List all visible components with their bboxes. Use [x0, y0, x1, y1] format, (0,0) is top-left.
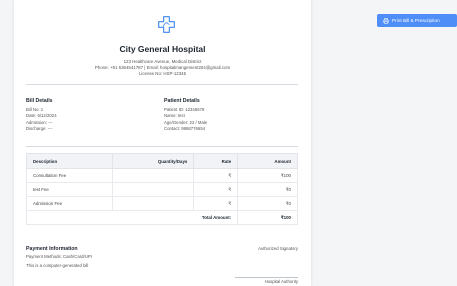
signature-line: [235, 277, 298, 278]
col-rate: Rate: [193, 153, 239, 169]
row-description: Consultation Fee: [26, 168, 113, 183]
table-header-row: Description Quantity/Days Rate Amount: [26, 153, 298, 169]
signatory-label: Authorized Signatory: [258, 246, 298, 251]
hospital-name: City General Hospital: [119, 44, 206, 54]
patient-details-title: Patient Details: [164, 98, 200, 104]
payment-info: Payment Methods: Cash/Card/UPI This is a…: [26, 253, 92, 270]
row-description: test Fee: [26, 182, 113, 197]
table-total-row: Total Amount: ₹100: [25, 210, 298, 225]
total-value: ₹100: [237, 210, 298, 225]
patient-details-list: Patient ID: 12345678 Name: test Age/Gend…: [164, 107, 207, 133]
row-amount: ₹100: [237, 168, 298, 183]
row-rate: ₹: [193, 196, 239, 211]
bill-document: City General Hospital 123 Healthcare Ave…: [14, 0, 311, 286]
print-button-label: Print Bill & Prescription: [392, 18, 440, 23]
patient-contact: Contact: 9868776654: [164, 126, 206, 132]
hospital-address: 123 Healthcare Avenue, Medical District: [123, 59, 202, 64]
computer-generated-note: This is a computer-generated bill: [26, 262, 89, 268]
print-bill-button[interactable]: Print Bill & Prescription: [377, 14, 457, 27]
col-amount: Amount: [237, 153, 298, 169]
payment-methods: Payment Methods: Cash/Card/UPI: [26, 254, 92, 259]
row-quantity: [111, 196, 195, 211]
row-quantity: [111, 168, 195, 183]
row-amount: ₹0: [237, 196, 298, 211]
row-rate: ₹: [193, 182, 239, 197]
hospital-license: License No: HSP-12345: [138, 71, 187, 76]
signatory-caption: Hospital Authority: [264, 279, 298, 284]
discharge-date: Discharge: ---: [26, 126, 53, 132]
row-rate: ₹: [193, 168, 239, 183]
col-quantity: Quantity/Days: [111, 153, 195, 169]
col-description: Description: [26, 153, 113, 169]
row-amount: ₹0: [237, 182, 298, 197]
table-row: test Fee ₹ ₹0: [26, 182, 298, 197]
header-divider: [26, 84, 298, 85]
hospital-contact: Phone: +91 6364541787 | Email: hospitalm…: [94, 65, 231, 70]
bill-details-title: Bill Details: [26, 98, 53, 104]
row-quantity: [111, 182, 195, 197]
charges-table: Description Quantity/Days Rate Amount Co…: [25, 153, 298, 225]
table-row: Admission Fee ₹ ₹0: [26, 196, 298, 211]
printer-icon: [383, 17, 389, 24]
details-divider: [26, 146, 298, 147]
bill-details-list: Bill No: 1 Date: 6/12/2024 Admission: --…: [26, 107, 57, 133]
hospital-logo-icon: [158, 16, 175, 33]
total-label: Total Amount:: [25, 210, 239, 225]
table-row: Consultation Fee ₹ ₹100: [26, 168, 298, 183]
bill-date: Date: 6/12/2024: [26, 113, 57, 119]
row-description: Admission Fee: [26, 196, 113, 211]
payment-title: Payment Information: [26, 246, 78, 252]
